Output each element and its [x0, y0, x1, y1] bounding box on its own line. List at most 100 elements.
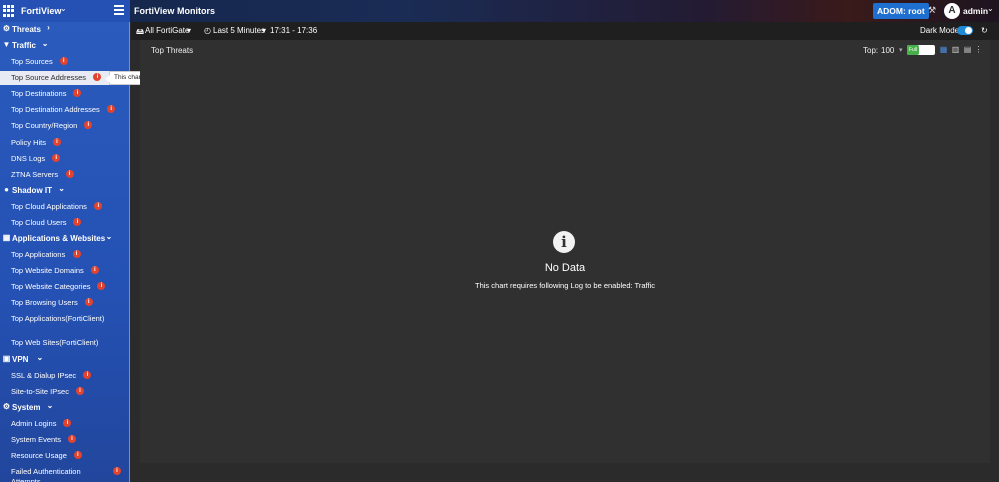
warning-icon[interactable]: i: [73, 89, 82, 98]
app-grid-icon[interactable]: [3, 5, 15, 17]
full-toggle[interactable]: Full: [907, 45, 935, 55]
time-range-selector[interactable]: Last 5 Minutes: [213, 26, 265, 35]
warning-icon[interactable]: i: [63, 418, 72, 427]
warning-icon[interactable]: i: [113, 467, 121, 475]
caret-down-icon[interactable]: ▾: [187, 26, 191, 35]
brand-name[interactable]: FortiView: [21, 6, 61, 16]
warning-icon[interactable]: i: [65, 169, 74, 178]
warning-icon[interactable]: i: [94, 201, 103, 210]
export-icon[interactable]: ▤: [963, 45, 972, 54]
sidebar-item[interactable]: Top Country/Region i: [0, 119, 129, 133]
chevron-down-icon[interactable]: ⌄: [106, 232, 113, 241]
warning-icon[interactable]: i: [93, 73, 102, 82]
sidebar-item[interactable]: Policy Hits i: [0, 136, 129, 150]
chevron-down-icon[interactable]: ⌄: [36, 353, 43, 362]
sidebar-item[interactable]: Failed Authentication Attempts i: [0, 465, 129, 482]
sidebar-item[interactable]: Top Cloud Applications i: [0, 200, 129, 214]
warning-icon[interactable]: i: [73, 450, 82, 459]
sidebar-section[interactable]: ▼ Traffic ⌄: [0, 39, 129, 53]
sidebar-item-label: SSL & Dialup IPsec: [11, 370, 77, 380]
sidebar-item[interactable]: DNS Logs i: [0, 152, 129, 166]
warning-icon[interactable]: i: [73, 217, 82, 226]
no-data-message: This chart requires following Log to be …: [475, 281, 655, 290]
sidebar-item[interactable]: ZTNA Servers i: [0, 168, 129, 182]
chevron-down-icon[interactable]: ⌄: [987, 4, 994, 13]
sidebar-section[interactable]: ● Shadow IT ⌄: [0, 184, 129, 198]
view-toolbar: 🖴 All FortiGate ▾ ◴ Last 5 Minutes ▾ 17:…: [131, 22, 999, 40]
device-selector[interactable]: All FortiGate: [145, 26, 189, 35]
top-label: Top:: [863, 46, 879, 55]
user-name[interactable]: admin: [963, 6, 988, 16]
tab-fortiview[interactable]: FortiView: [134, 6, 174, 16]
warning-icon[interactable]: i: [84, 298, 93, 307]
sidebar-item-label: Top Destination Addresses: [11, 105, 100, 115]
chevron-down-icon[interactable]: ⌄: [60, 4, 67, 13]
sidebar-item-label: Top Cloud Users: [11, 217, 67, 227]
sidebar-item[interactable]: Top Destination Addresses i: [0, 103, 129, 117]
tab-monitors[interactable]: Monitors: [177, 6, 215, 16]
sidebar-item[interactable]: Admin Logins i: [0, 417, 129, 431]
avatar[interactable]: A: [944, 3, 960, 19]
sidebar-item-label: Top Browsing Users: [11, 298, 78, 308]
sidebar-item[interactable]: SSL & Dialup IPsec i: [0, 369, 129, 383]
top-count-input[interactable]: 100: [881, 46, 894, 55]
warning-icon[interactable]: i: [83, 370, 92, 379]
brand-area[interactable]: FortiView ⌄: [0, 0, 130, 22]
sidebar-section[interactable]: ▦ Applications & Websites ⌄: [0, 232, 129, 246]
sidebar-item[interactable]: Resource Usage i: [0, 449, 129, 463]
chevron-down-icon[interactable]: ⌄: [58, 184, 65, 193]
bar-chart-icon[interactable]: ▥: [951, 45, 960, 54]
warning-icon[interactable]: i: [84, 121, 93, 130]
chevron-right-icon[interactable]: ›: [47, 23, 50, 32]
sidebar-item[interactable]: Top Applications i: [0, 248, 129, 262]
warning-icon[interactable]: i: [97, 282, 106, 291]
sidebar-item-label: Top Applications: [11, 250, 66, 259]
chevron-down-icon[interactable]: ⌄: [47, 401, 54, 410]
table-view-icon[interactable]: ▦: [939, 45, 948, 54]
sidebar-section[interactable]: ▣ VPN ⌄: [0, 353, 129, 367]
settings-icon: ⚙: [2, 401, 11, 411]
apps-grid-icon: ▦: [2, 233, 11, 242]
caret-down-icon[interactable]: ▾: [262, 26, 266, 35]
sidebar-item[interactable]: Top Applications(FortiClient): [0, 312, 129, 334]
sidebar-item[interactable]: Site-to-Site IPsec i: [0, 385, 129, 399]
sidebar-item-label: System Events: [11, 434, 62, 444]
tools-icon[interactable]: ⚒: [928, 5, 936, 16]
device-icon[interactable]: 🖴: [136, 26, 144, 40]
panel-title: Top Threats: [151, 46, 194, 55]
sidebar-section[interactable]: ⚙ Threats ›: [0, 23, 129, 37]
sidebar-item[interactable]: Top Destinations i: [0, 87, 129, 101]
top-bar: FortiView ⌄ FortiView Monitors ADOM: roo…: [0, 0, 999, 22]
more-options-icon[interactable]: ⋮: [974, 45, 983, 54]
sidebar-item-label: Top Destinations: [11, 89, 67, 99]
sidebar-item[interactable]: System Events i: [0, 433, 129, 447]
warning-icon[interactable]: i: [53, 137, 61, 146]
sidebar-item[interactable]: Top Web Sites(FortiClient): [0, 336, 129, 350]
sidebar-section-label: Traffic: [12, 41, 37, 50]
warning-icon[interactable]: i: [107, 105, 116, 114]
sidebar-item[interactable]: Top Sources i: [0, 55, 129, 69]
sidebar-item[interactable]: Top Browsing Users i: [0, 296, 129, 310]
sidebar-item[interactable]: Top Website Domains i: [0, 264, 129, 278]
warning-icon[interactable]: i: [59, 57, 68, 65]
hamburger-menu-icon[interactable]: [114, 5, 124, 15]
refresh-icon[interactable]: ↻: [981, 26, 988, 35]
warning-icon[interactable]: i: [75, 386, 84, 395]
chevron-down-icon[interactable]: ⌄: [42, 39, 49, 48]
caret-down-icon[interactable]: ▾: [899, 46, 903, 54]
adom-selector[interactable]: ADOM: root: [873, 3, 929, 19]
warning-icon[interactable]: i: [90, 266, 99, 275]
sidebar-item[interactable]: Top Cloud Users i: [0, 216, 129, 230]
sidebar-item-label: Site-to-Site IPsec: [11, 386, 69, 396]
sidebar-section[interactable]: ⚙ System ⌄: [0, 401, 129, 415]
sidebar-item[interactable]: Top Website Categories i: [0, 280, 129, 294]
sidebar-item-label: Top Web Sites(FortiClient): [11, 338, 99, 348]
info-icon: i: [553, 231, 575, 253]
warning-icon[interactable]: i: [72, 250, 81, 258]
dark-mode-label: Dark Mode: [920, 26, 960, 35]
dark-mode-toggle[interactable]: [957, 26, 973, 35]
warning-icon[interactable]: i: [52, 153, 61, 162]
clock-icon: ◴: [204, 26, 211, 35]
warning-icon[interactable]: i: [68, 434, 77, 443]
sidebar-section-label: Applications & Websites: [12, 234, 106, 243]
